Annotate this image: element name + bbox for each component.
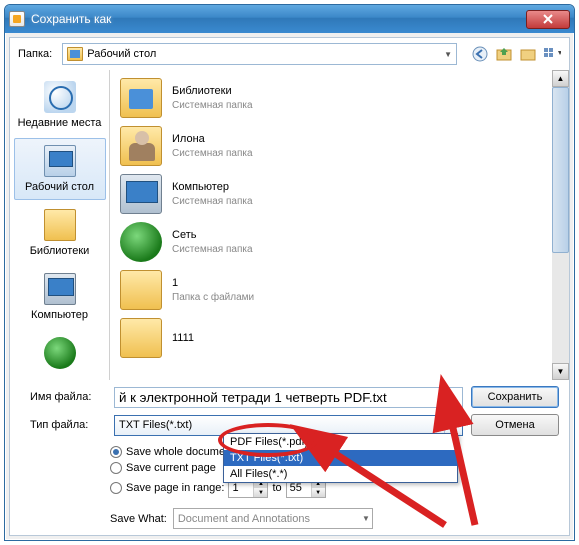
- scroll-up-button[interactable]: ▲: [552, 70, 569, 87]
- dropdown-item[interactable]: All Files(*.*): [224, 466, 457, 482]
- up-button[interactable]: [495, 45, 513, 63]
- item-subtitle: Системная папка: [172, 243, 253, 256]
- desktop-icon: [44, 145, 76, 177]
- item-subtitle: Системная папка: [172, 195, 253, 208]
- folder-icon: [120, 318, 162, 358]
- main-area: Недавние места Рабочий стол Библиотеки К…: [10, 70, 569, 380]
- folder-select[interactable]: Рабочий стол ▼: [62, 43, 457, 65]
- list-item[interactable]: Библиотеки Системная папка: [114, 74, 565, 122]
- folder-bar: Папка: Рабочий стол ▼: [10, 38, 569, 70]
- item-name: Сеть: [172, 228, 253, 242]
- save-what-value: Document and Annotations: [178, 513, 310, 525]
- libraries-icon: [120, 78, 162, 118]
- network-icon: [120, 222, 162, 262]
- save-as-dialog: Сохранить как Папка: Рабочий стол ▼: [4, 4, 575, 541]
- window-title: Сохранить как: [31, 12, 526, 26]
- chevron-down-icon: ▼: [444, 416, 462, 435]
- scroll-down-button[interactable]: ▼: [552, 363, 569, 380]
- recent-places-icon: [44, 81, 76, 113]
- folder-value: Рабочий стол: [87, 48, 156, 60]
- sidebar-item-computer[interactable]: Компьютер: [14, 266, 106, 328]
- app-icon: [9, 11, 25, 27]
- sidebar-item-label: Компьютер: [31, 309, 88, 321]
- dialog-content: Папка: Рабочий стол ▼ Недавние места: [9, 37, 570, 536]
- folder-label: Папка:: [18, 48, 52, 60]
- item-name: Илона: [172, 132, 253, 146]
- folder-icon: [120, 270, 162, 310]
- sidebar-item-label: Недавние места: [18, 117, 102, 129]
- filetype-label: Тип файла:: [20, 419, 106, 431]
- list-item[interactable]: Илона Системная папка: [114, 122, 565, 170]
- computer-icon: [44, 273, 76, 305]
- sidebar-item-network[interactable]: [14, 330, 106, 380]
- save-what-label: Save What:: [110, 513, 167, 525]
- filename-label: Имя файла:: [20, 391, 106, 403]
- user-folder-icon: [120, 126, 162, 166]
- dropdown-item[interactable]: PDF Files(*.pdf): [224, 434, 457, 450]
- range-to-label: to: [272, 482, 281, 494]
- view-menu-button[interactable]: [543, 45, 561, 63]
- cancel-button[interactable]: Отмена: [471, 414, 559, 436]
- sidebar-item-label: Библиотеки: [30, 245, 90, 257]
- list-item[interactable]: 1 Папка с файлами: [114, 266, 565, 314]
- spin-down-icon[interactable]: ▼: [254, 488, 267, 497]
- filename-input[interactable]: [114, 387, 463, 408]
- sidebar-item-label: Рабочий стол: [25, 181, 94, 193]
- chevron-down-icon: ▼: [362, 514, 370, 523]
- item-name: Библиотеки: [172, 84, 253, 98]
- close-icon: [542, 14, 554, 24]
- spin-down-icon[interactable]: ▼: [312, 488, 325, 497]
- filetype-value: TXT Files(*.txt): [119, 419, 192, 431]
- sidebar-item-recent[interactable]: Недавние места: [14, 74, 106, 136]
- filetype-dropdown[interactable]: PDF Files(*.pdf) TXT Files(*.txt) All Fi…: [223, 433, 458, 483]
- list-item[interactable]: Компьютер Системная папка: [114, 170, 565, 218]
- close-button[interactable]: [526, 10, 570, 29]
- item-name: Компьютер: [172, 180, 253, 194]
- radio-icon: [110, 446, 122, 458]
- new-folder-button[interactable]: [519, 45, 537, 63]
- places-sidebar: Недавние места Рабочий стол Библиотеки К…: [10, 70, 110, 380]
- network-icon: [44, 337, 76, 369]
- item-subtitle: Системная папка: [172, 147, 253, 160]
- item-subtitle: Системная папка: [172, 99, 253, 112]
- libraries-icon: [44, 209, 76, 241]
- file-list[interactable]: Библиотеки Системная папка Илона Системн…: [110, 70, 569, 380]
- radio-label: Save whole document: [126, 446, 234, 458]
- scroll-thumb[interactable]: [552, 87, 569, 253]
- radio-icon: [110, 482, 122, 494]
- list-item[interactable]: 1111: [114, 314, 565, 362]
- chevron-down-icon: ▼: [444, 50, 452, 59]
- sidebar-item-desktop[interactable]: Рабочий стол: [14, 138, 106, 200]
- back-button[interactable]: [471, 45, 489, 63]
- save-button[interactable]: Сохранить: [471, 386, 559, 408]
- scroll-track[interactable]: [552, 87, 569, 363]
- scrollbar[interactable]: ▲ ▼: [552, 70, 569, 380]
- item-name: 1111: [172, 331, 194, 345]
- item-subtitle: Папка с файлами: [172, 291, 254, 304]
- sidebar-item-libraries[interactable]: Библиотеки: [14, 202, 106, 264]
- desktop-icon: [67, 47, 83, 61]
- titlebar[interactable]: Сохранить как: [5, 5, 574, 33]
- radio-icon: [110, 462, 122, 474]
- computer-icon: [120, 174, 162, 214]
- list-item[interactable]: Сеть Системная папка: [114, 218, 565, 266]
- dropdown-item[interactable]: TXT Files(*.txt): [224, 450, 457, 466]
- radio-label: Save page in range:: [126, 482, 224, 494]
- save-what-combo[interactable]: Document and Annotations ▼: [173, 508, 373, 529]
- radio-label: Save current page: [126, 462, 216, 474]
- item-name: 1: [172, 276, 254, 290]
